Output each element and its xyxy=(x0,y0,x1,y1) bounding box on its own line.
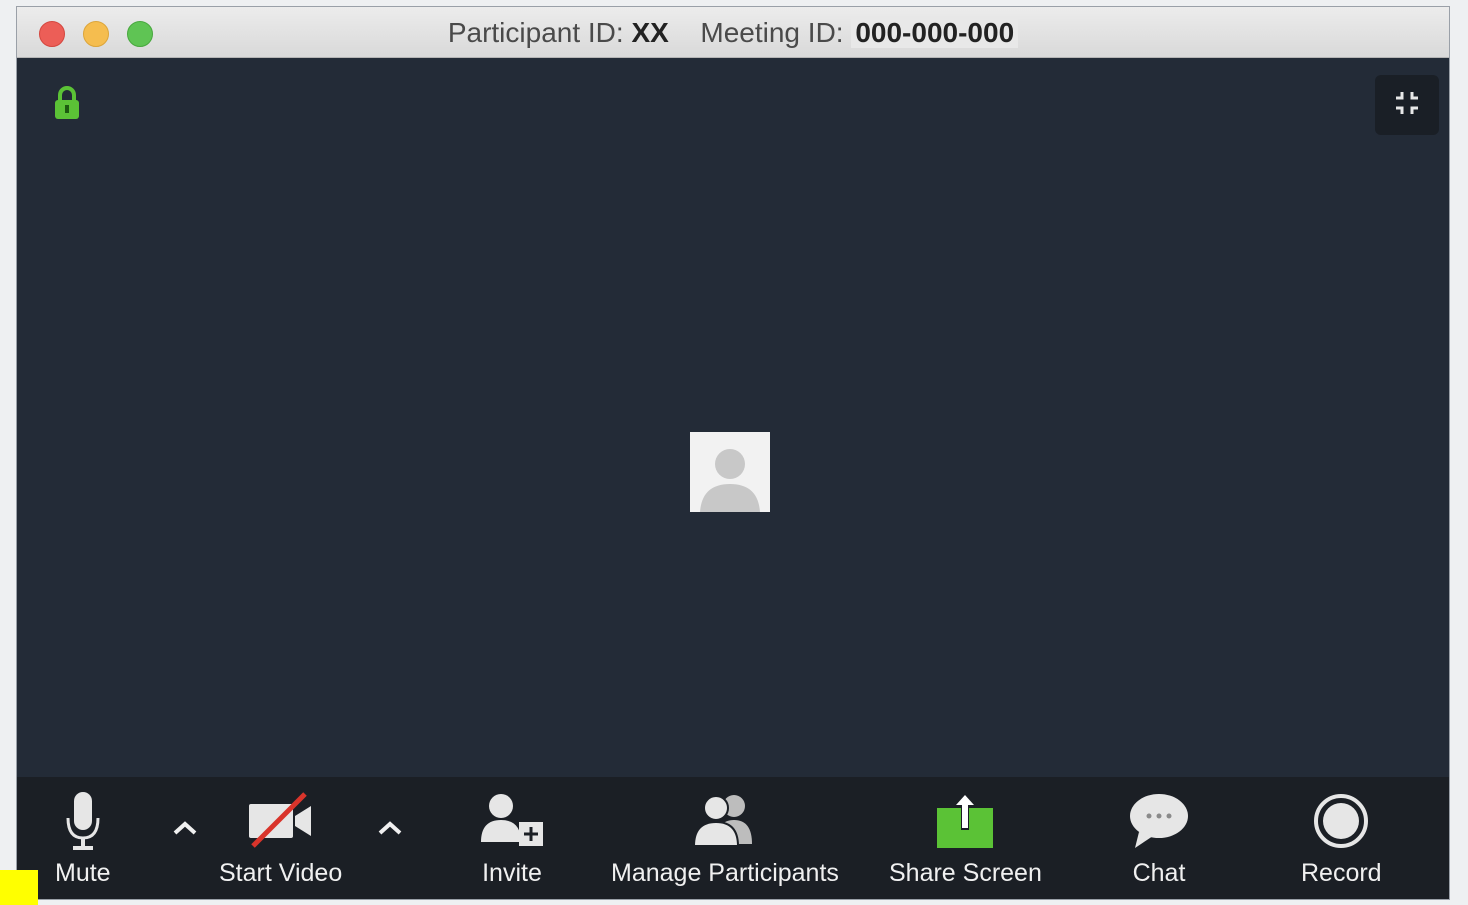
record-icon xyxy=(1311,789,1371,853)
invite-icon xyxy=(477,789,547,853)
microphone-icon xyxy=(63,789,103,853)
meeting-id-value: 000-000-000 xyxy=(851,17,1019,48)
video-off-icon xyxy=(245,789,317,853)
meeting-toolbar: Mute Start Video Invite Manage Participa… xyxy=(17,777,1449,899)
participant-id-label: Participant ID: xyxy=(447,17,624,48)
share-screen-label: Share Screen xyxy=(889,859,1042,887)
video-options-button[interactable] xyxy=(374,815,406,845)
title-bar: Participant ID: XX Meeting ID: 000-000-0… xyxy=(17,7,1449,58)
fullscreen-button[interactable] xyxy=(1375,75,1439,135)
chat-button[interactable]: Chat xyxy=(1127,789,1191,888)
mute-label: Mute xyxy=(55,859,111,887)
manage-participants-label: Manage Participants xyxy=(611,859,839,887)
record-button[interactable]: Record xyxy=(1301,789,1382,888)
chat-label: Chat xyxy=(1132,859,1186,887)
start-video-button[interactable]: Start Video xyxy=(219,789,342,888)
lock-icon[interactable] xyxy=(53,85,81,126)
share-screen-icon xyxy=(933,789,997,853)
chevron-up-icon xyxy=(172,820,198,841)
share-screen-button[interactable]: Share Screen xyxy=(889,789,1042,888)
highlight-marker xyxy=(0,870,38,905)
avatar-placeholder xyxy=(690,432,770,512)
chevron-up-icon xyxy=(377,820,403,841)
zoom-meeting-window: Participant ID: XX Meeting ID: 000-000-0… xyxy=(16,6,1450,900)
participant-id-value: XX xyxy=(631,17,669,48)
mute-button[interactable]: Mute xyxy=(55,789,111,888)
start-video-label: Start Video xyxy=(219,859,343,887)
audio-options-button[interactable] xyxy=(169,815,201,845)
chat-icon xyxy=(1127,789,1191,853)
record-label: Record xyxy=(1301,859,1382,887)
invite-label: Invite xyxy=(482,859,542,887)
window-title: Participant ID: XX Meeting ID: 000-000-0… xyxy=(17,17,1449,49)
invite-button[interactable]: Invite xyxy=(477,789,547,888)
fullscreen-icon xyxy=(1393,89,1421,122)
meeting-id-label: Meeting ID: xyxy=(700,17,844,48)
participants-icon xyxy=(690,789,760,853)
manage-participants-button[interactable]: Manage Participants xyxy=(611,789,839,888)
